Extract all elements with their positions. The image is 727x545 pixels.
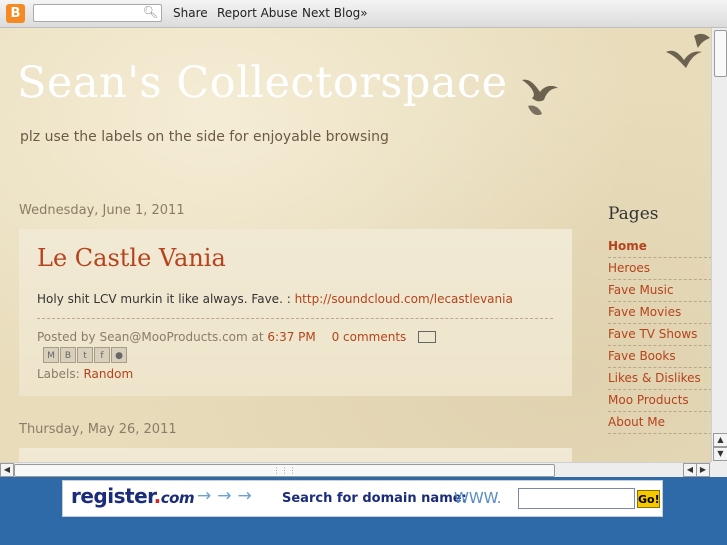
scroll-right-arrow-icon[interactable]: ▶ (696, 463, 710, 477)
post-title[interactable]: Le Castle Vania (37, 244, 226, 272)
next-blog-link[interactable]: Next Blog» (302, 6, 368, 20)
sidebar-item-fave-tv-shows[interactable]: Fave TV Shows (608, 324, 711, 346)
blogger-navbar: B 🔍︎ Share Report Abuse Next Blog» (0, 0, 727, 28)
www-prefix: WWW. (454, 489, 502, 507)
vertical-scrollbar[interactable]: ▲ ▼ (711, 28, 727, 462)
navbar-search-input[interactable] (37, 6, 146, 22)
blog-title[interactable]: Sean's Collectorspace (17, 58, 508, 108)
arrow-right-icon: →→→ (197, 486, 258, 506)
blog-post: Le Castle Vania Holy shit LCV murkin it … (19, 229, 572, 396)
email-share-icon[interactable]: M (43, 347, 59, 363)
soundcloud-link[interactable]: http://soundcloud.com/lecastlevania (295, 292, 513, 306)
sidebar-item-fave-books[interactable]: Fave Books (608, 346, 711, 368)
blog-description: plz use the labels on the side for enjoy… (20, 129, 389, 145)
birds-corner-decoration-icon (666, 33, 710, 68)
brand-com: com (160, 489, 195, 507)
facebook-share-icon[interactable]: f (94, 347, 110, 363)
twitter-share-icon[interactable]: t (77, 347, 93, 363)
comments-link[interactable]: 0 comments (332, 330, 407, 344)
blogthis-share-icon[interactable]: B (60, 347, 76, 363)
buzz-share-icon[interactable]: ● (111, 347, 127, 363)
sidebar-item-likes-dislikes[interactable]: Likes & Dislikes (608, 368, 711, 390)
share-buttons: M B t f ● (43, 347, 128, 363)
sidebar-item-heroes[interactable]: Heroes (608, 258, 711, 280)
domain-search-input[interactable] (518, 488, 635, 509)
domain-search-prompt: Search for domain name: (282, 491, 467, 506)
post-body-text: Holy shit LCV murkin it like always. Fav… (37, 292, 295, 306)
sidebar-pages-list: Home Heroes Fave Music Fave Movies Fave … (608, 236, 711, 434)
email-post-icon[interactable] (418, 330, 437, 343)
post-date-header: Wednesday, June 1, 2011 (19, 203, 185, 218)
scroll-left-arrow-icon[interactable]: ◀ (683, 463, 697, 477)
post-footer: Posted by Sean@MooProducts.com at 6:37 P… (37, 330, 437, 344)
sidebar-item-about-me[interactable]: About Me (608, 412, 711, 434)
sidebar-item-home[interactable]: Home (608, 236, 711, 258)
posted-by-text: Posted by Sean@MooProducts.com at (37, 330, 268, 344)
birds-decoration-icon (522, 79, 558, 116)
post-timestamp-link[interactable]: 6:37 PM (267, 330, 315, 344)
post-body: Holy shit LCV murkin it like always. Fav… (37, 292, 513, 306)
search-icon[interactable]: 🔍︎ (143, 5, 158, 19)
blog-page: Sean's Collectorspace plz use the labels… (0, 28, 711, 462)
sidebar-item-fave-movies[interactable]: Fave Movies (608, 302, 711, 324)
brand-dot: . (153, 484, 162, 508)
register-com-logo[interactable]: register.com (71, 484, 195, 508)
scroll-up-arrow-icon[interactable]: ▲ (713, 433, 727, 447)
scroll-down-arrow-icon[interactable]: ▼ (713, 447, 727, 461)
labels-prefix: Labels: (37, 367, 84, 381)
sidebar-pages-title: Pages (608, 204, 659, 224)
post-separator (37, 318, 553, 319)
horizontal-scrollbar[interactable]: ◀ ⋮⋮⋮ ◀ ▶ (0, 462, 711, 477)
blogger-logo-icon[interactable]: B (6, 4, 25, 23)
blog-post (19, 448, 572, 462)
report-abuse-link[interactable]: Report Abuse (217, 6, 298, 20)
scrollbar-corner (711, 462, 727, 477)
share-link[interactable]: Share (173, 6, 208, 20)
navbar-search-box[interactable]: 🔍︎ (33, 4, 162, 22)
go-button[interactable]: Go! (637, 490, 660, 508)
post-labels: Labels: Random (37, 367, 133, 381)
label-random-link[interactable]: Random (83, 367, 133, 381)
sidebar-item-fave-music[interactable]: Fave Music (608, 280, 711, 302)
horizontal-scroll-thumb[interactable]: ⋮⋮⋮ (14, 464, 555, 477)
sidebar-item-moo-products[interactable]: Moo Products (608, 390, 711, 412)
scroll-left-arrow-icon[interactable]: ◀ (0, 463, 14, 477)
post-date-header: Thursday, May 26, 2011 (19, 422, 177, 437)
vertical-scroll-thumb[interactable] (714, 30, 727, 77)
brand-main: register (71, 484, 154, 508)
register-com-banner[interactable]: register.com →→→ Search for domain name:… (62, 480, 663, 517)
